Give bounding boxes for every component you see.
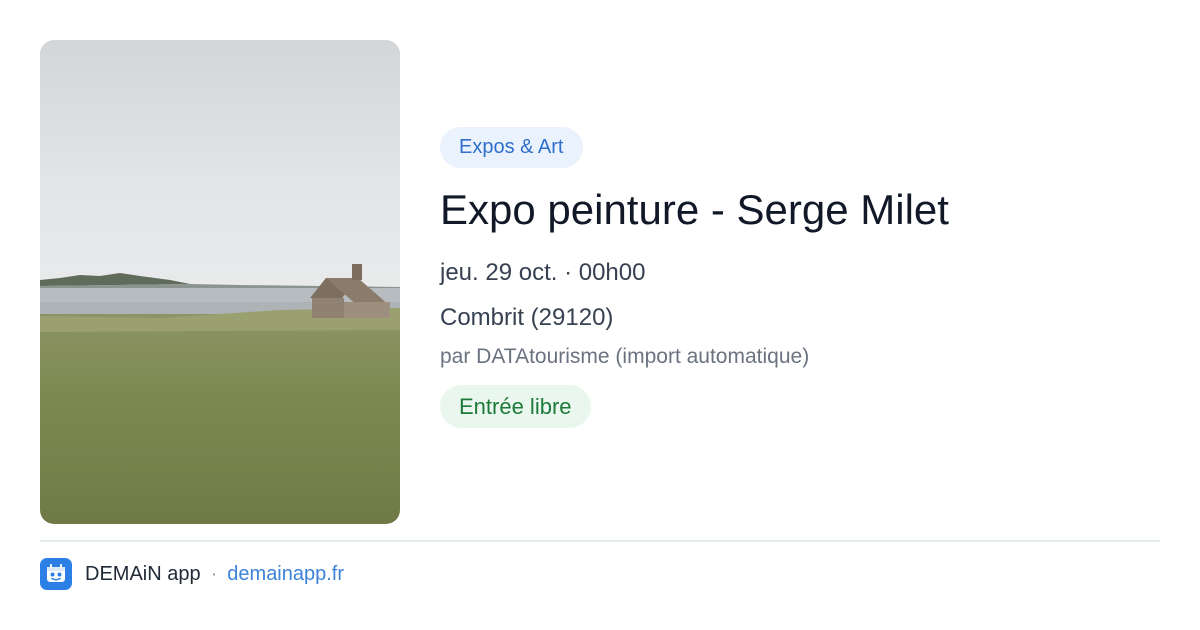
- event-title: Expo peinture - Serge Milet: [440, 186, 949, 233]
- footer-separator: ·: [210, 562, 218, 585]
- category-tag[interactable]: Expos & Art: [440, 127, 583, 168]
- event-card: Expos & Art Expo peinture - Serge Milet …: [0, 0, 1200, 630]
- event-location: Combrit (29120): [440, 304, 614, 331]
- event-datetime: jeu. 29 oct. · 00h00: [440, 259, 646, 286]
- event-source: par DATAtourisme (import automatique): [440, 345, 810, 368]
- event-info: Expos & Art Expo peinture - Serge Milet …: [440, 127, 1160, 428]
- site-link[interactable]: demainapp.fr: [227, 563, 344, 586]
- footer: DEMAiN app · demainapp.fr: [40, 558, 344, 590]
- footer-divider: [40, 540, 1160, 542]
- price-badge: Entrée libre: [440, 385, 591, 428]
- demain-app-logo-icon: [40, 558, 72, 590]
- app-name: DEMAiN app: [85, 562, 201, 585]
- event-photo: [40, 40, 400, 524]
